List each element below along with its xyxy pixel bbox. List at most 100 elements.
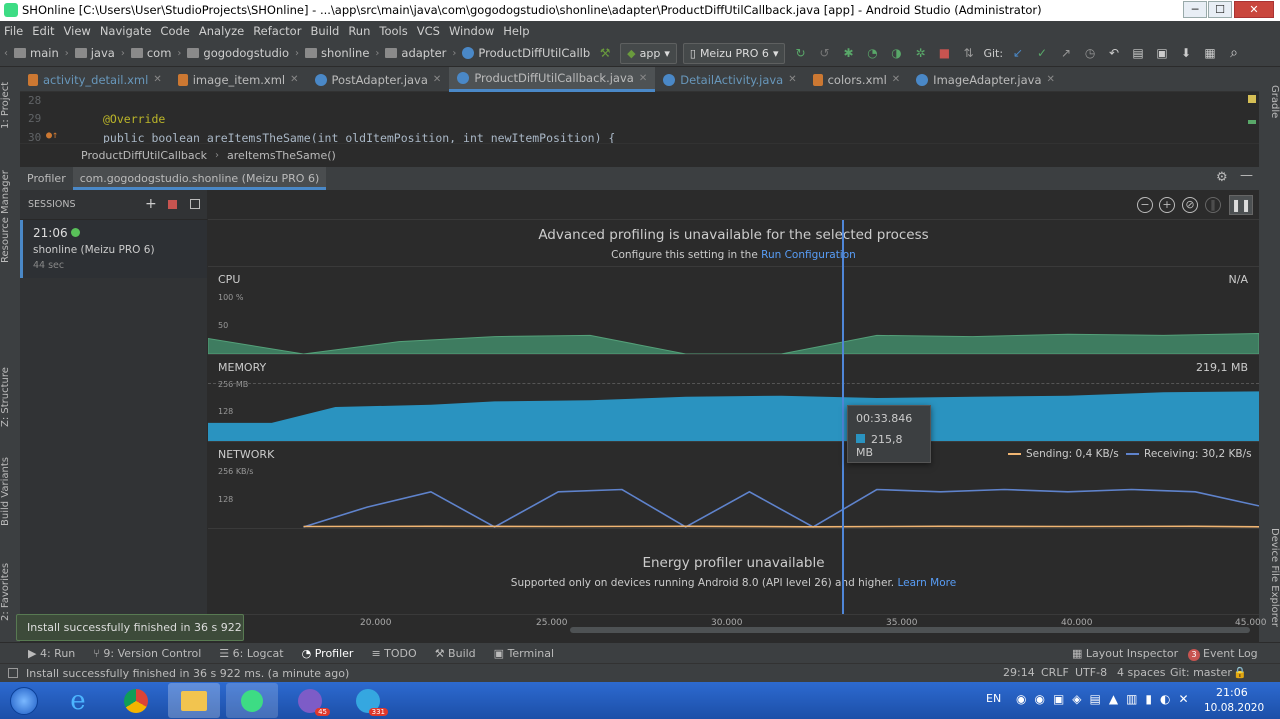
taskbar-telegram[interactable]: 331 <box>342 683 394 718</box>
breadcrumb-class[interactable]: ProductDiffUtilCallback <box>81 149 207 162</box>
line-separator[interactable]: CRLF <box>1041 666 1069 679</box>
override-marker-icon[interactable]: ●↑ <box>46 130 58 141</box>
tab-colors[interactable]: colors.xml ✕ <box>805 67 909 92</box>
avd-manager-icon[interactable]: ▣ <box>1153 44 1171 62</box>
pause-button[interactable]: ❚❚ <box>1229 195 1253 215</box>
layout-inspector-icon[interactable]: ▦ <box>1201 44 1219 62</box>
clock-date[interactable]: 10.08.2020 <box>1204 702 1264 714</box>
indent-setting[interactable]: 4 spaces <box>1117 666 1166 679</box>
close-icon[interactable]: ✕ <box>892 74 900 85</box>
memory-lane[interactable]: MEMORY 219,1 MB 256 MB 128 <box>208 354 1259 441</box>
cpu-lane[interactable]: CPU N/A 100 % 50 <box>208 266 1259 354</box>
tab-image-adapter[interactable]: ImageAdapter.java ✕ <box>908 67 1063 92</box>
menu-analyze[interactable]: Analyze <box>199 24 244 38</box>
file-encoding[interactable]: UTF-8 <box>1075 666 1107 679</box>
taskbar-ie[interactable]: e <box>52 683 104 718</box>
zoom-out-icon[interactable]: − <box>1137 197 1153 213</box>
tab-activity-detail[interactable]: activity_detail.xml ✕ <box>20 67 170 92</box>
git-branch[interactable]: Git: master <box>1170 666 1232 679</box>
stop-session-icon[interactable] <box>168 200 177 209</box>
attach-debugger-icon[interactable]: ✲ <box>911 44 929 62</box>
clock-time[interactable]: 21:06 <box>1216 686 1248 699</box>
tray-icons[interactable]: ◉◉▣◈▤▲▥▮◐✕ <box>1016 692 1197 706</box>
close-icon[interactable]: ✕ <box>788 74 796 85</box>
tool-todo[interactable]: ≡ TODO <box>371 647 416 660</box>
hammer-icon[interactable]: ⚒ <box>596 44 614 62</box>
tab-product-diff-util-callback[interactable]: ProductDiffUtilCallback.java ✕ <box>449 67 656 92</box>
tool-structure[interactable]: Z: Structure <box>0 357 20 437</box>
debug-icon[interactable]: ✱ <box>839 44 857 62</box>
tool-event-log[interactable]: 3 Event Log <box>1188 647 1258 661</box>
menu-vcs[interactable]: VCS <box>417 24 440 38</box>
status-panel-icon[interactable] <box>8 668 18 678</box>
tab-process[interactable]: com.gogodogstudio.shonline (Meizu PRO 6) <box>72 167 327 190</box>
update-project-icon[interactable]: ↙ <box>1009 44 1027 62</box>
tab-profiler[interactable]: Profiler <box>20 167 73 190</box>
tool-terminal[interactable]: ▣ Terminal <box>494 647 554 660</box>
chevron-left-icon[interactable]: ‹ <box>4 48 8 59</box>
crumb-java[interactable]: java <box>74 46 115 60</box>
reset-zoom-icon[interactable]: ⊘ <box>1182 197 1198 213</box>
attach-live-icon[interactable]: ‖ <box>1205 197 1221 213</box>
commit-icon[interactable]: ✓ <box>1033 44 1051 62</box>
tab-detail-activity[interactable]: DetailActivity.java ✕ <box>655 67 804 92</box>
project-structure-icon[interactable]: ▤ <box>1129 44 1147 62</box>
run-config-select[interactable]: ◆ app ▾ <box>620 42 677 64</box>
session-item[interactable]: 21:06 shonline (Meizu PRO 6) 44 sec <box>20 220 207 278</box>
energy-lane[interactable]: Energy profiler unavailable Supported on… <box>208 528 1259 614</box>
tool-resource-manager[interactable]: Resource Manager <box>0 157 20 277</box>
menu-code[interactable]: Code <box>160 24 189 38</box>
tool-gradle[interactable]: Gradle <box>1259 77 1280 127</box>
add-session-icon[interactable]: + <box>145 196 157 212</box>
timeline-cursor[interactable] <box>842 220 844 614</box>
timeline-scrollbar[interactable] <box>570 627 1250 633</box>
tool-build[interactable]: ⚒ Build <box>435 647 476 660</box>
sync-icon[interactable]: ⇅ <box>959 44 977 62</box>
close-button[interactable]: ✕ <box>1234 1 1274 18</box>
device-select[interactable]: ▯ Meizu PRO 6 ▾ <box>682 42 786 64</box>
stop-icon[interactable]: ■ <box>935 44 953 62</box>
hide-icon[interactable]: — <box>1240 168 1253 183</box>
collapse-panel-icon[interactable] <box>190 199 200 209</box>
search-icon[interactable]: ⌕ <box>1225 44 1243 62</box>
crumb-gogodogstudio[interactable]: gogodogstudio <box>187 46 289 60</box>
tool-build-variants[interactable]: Build Variants <box>0 452 20 532</box>
coverage-icon[interactable]: ◔ <box>863 44 881 62</box>
zoom-in-icon[interactable]: + <box>1159 197 1175 213</box>
tool-layout-inspector[interactable]: ▦ Layout Inspector <box>1072 647 1178 660</box>
tab-image-item[interactable]: image_item.xml ✕ <box>170 67 307 92</box>
caret-position[interactable]: 29:14 <box>1003 666 1035 679</box>
profile-icon[interactable]: ◑ <box>887 44 905 62</box>
start-button[interactable] <box>2 683 46 718</box>
taskbar-android-studio[interactable] <box>226 683 278 718</box>
taskbar-explorer[interactable] <box>168 683 220 718</box>
warning-marker[interactable] <box>1248 95 1256 103</box>
menu-navigate[interactable]: Navigate <box>100 24 152 38</box>
menu-tools[interactable]: Tools <box>379 24 407 38</box>
taskbar-viber[interactable]: 45 <box>284 683 336 718</box>
tab-post-adapter[interactable]: PostAdapter.java ✕ <box>307 67 450 92</box>
close-icon[interactable]: ✕ <box>433 74 441 85</box>
crumb-shonline[interactable]: shonline <box>305 46 369 60</box>
tool-version-control[interactable]: ⑂ 9: Version Control <box>93 647 201 660</box>
menu-run[interactable]: Run <box>348 24 370 38</box>
close-icon[interactable]: ✕ <box>639 73 647 84</box>
menu-file[interactable]: File <box>4 24 23 38</box>
network-lane[interactable]: NETWORK 256 KB/s 128 Sending: 0,4 KB/s R… <box>208 441 1259 528</box>
close-icon[interactable]: ✕ <box>290 74 298 85</box>
tool-project[interactable]: 1: Project <box>0 75 20 135</box>
code-editor[interactable]: 28 29 30 ●↑ @Override public boolean are… <box>20 92 1259 145</box>
menu-build[interactable]: Build <box>310 24 339 38</box>
tool-logcat[interactable]: ☰ 6: Logcat <box>219 647 283 660</box>
time-axis[interactable]: 20.000 25.000 30.000 35.000 40.000 45.00… <box>208 614 1267 633</box>
taskbar-chrome[interactable] <box>110 683 162 718</box>
change-marker[interactable] <box>1248 120 1256 124</box>
menu-help[interactable]: Help <box>503 24 529 38</box>
menu-view[interactable]: View <box>64 24 91 38</box>
tool-run[interactable]: ▶ 4: Run <box>28 647 75 660</box>
history-icon[interactable]: ◷ <box>1081 44 1099 62</box>
push-icon[interactable]: ↗ <box>1057 44 1075 62</box>
minimize-button[interactable]: ─ <box>1183 1 1207 18</box>
crumb-com[interactable]: com <box>130 46 171 60</box>
language-indicator[interactable]: EN <box>986 692 1001 705</box>
